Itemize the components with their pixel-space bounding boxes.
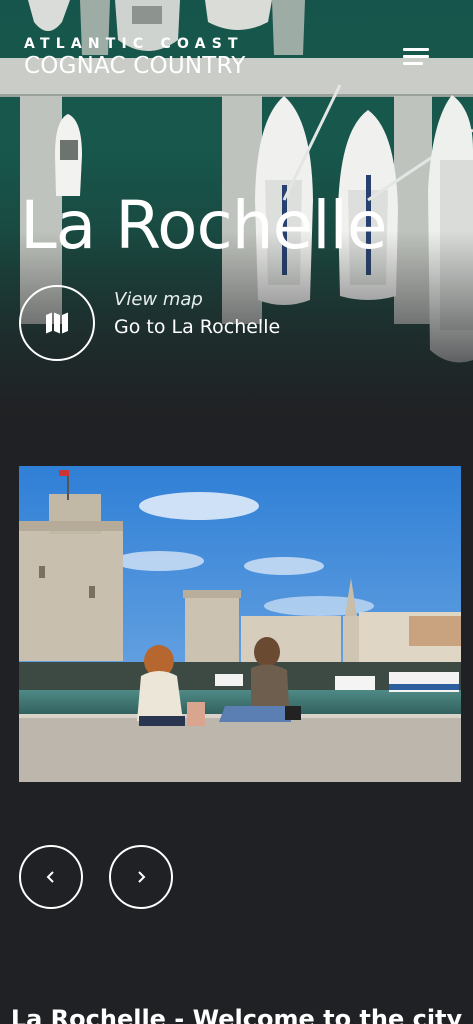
section-heading: La Rochelle - Welcome to the city [10, 1005, 463, 1024]
chevron-right-icon [138, 871, 146, 883]
site-logo[interactable]: ATLANTIC COAST COGNAC COUNTRY [24, 36, 246, 80]
harbour-towers-image [19, 466, 461, 782]
previous-slide-button[interactable] [19, 845, 83, 909]
view-map-label: View map [114, 289, 203, 310]
hero-section: ATLANTIC COAST COGNAC COUNTRY La Rochell… [0, 0, 473, 420]
view-map-link[interactable]: View map Go to La Rochelle [114, 288, 280, 342]
go-to-city-label: Go to La Rochelle [114, 316, 281, 338]
hamburger-menu-icon[interactable] [398, 44, 432, 68]
chevron-left-icon [46, 871, 54, 883]
page-title: La Rochelle [20, 187, 387, 264]
next-slide-button[interactable] [109, 845, 173, 909]
logo-line-1: ATLANTIC COAST [24, 36, 244, 52]
gallery-photo [19, 466, 461, 782]
view-map-button[interactable] [19, 285, 95, 361]
logo-line-2: COGNAC COUNTRY [24, 53, 246, 79]
map-icon [46, 312, 68, 334]
